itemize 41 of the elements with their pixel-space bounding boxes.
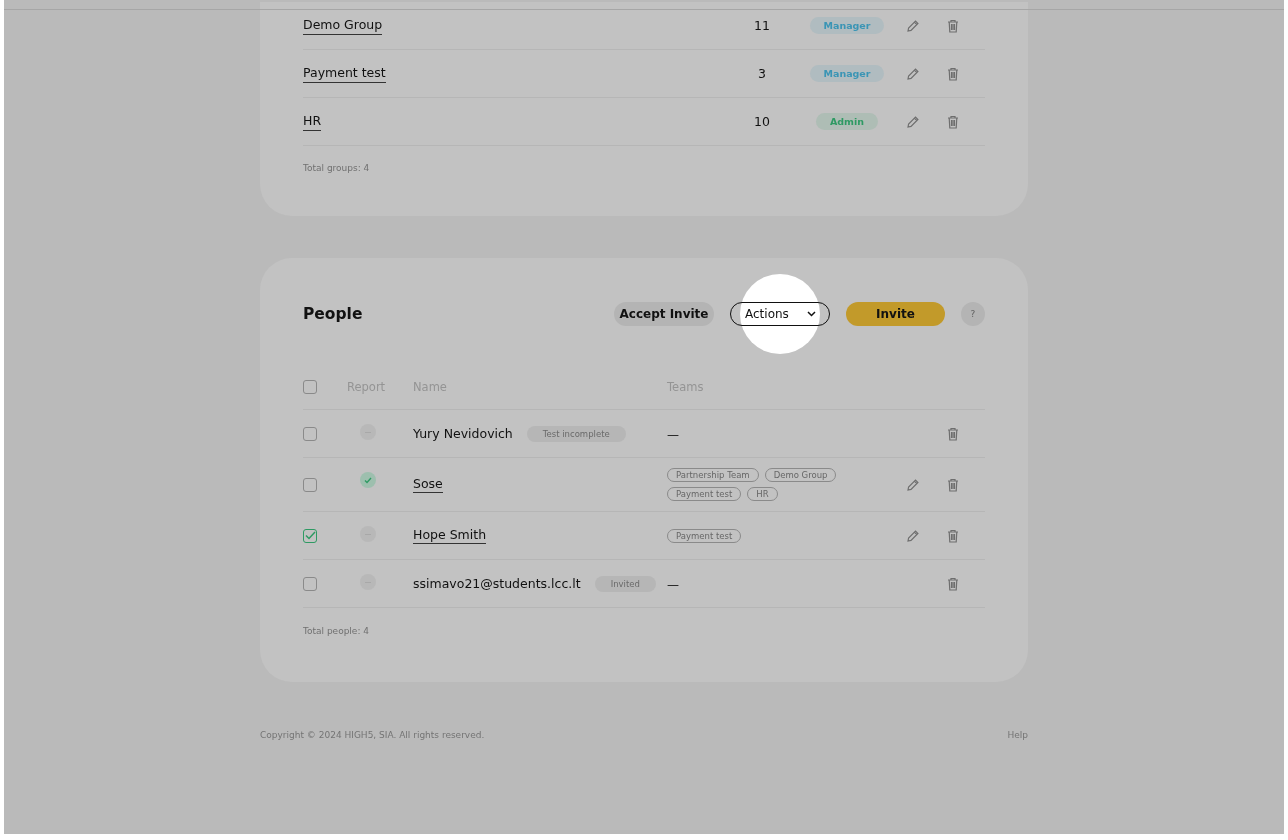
trash-icon[interactable]	[947, 18, 959, 33]
role-tag: Admin	[815, 113, 879, 130]
invite-button[interactable]: Invite	[846, 302, 945, 326]
member-count: 11	[754, 18, 770, 33]
no-teams-dash: —	[667, 578, 679, 592]
trash-icon[interactable]	[947, 576, 959, 591]
trash-icon[interactable]	[947, 114, 959, 129]
checkbox[interactable]	[303, 426, 317, 441]
group-name-link[interactable]: Payment test	[303, 64, 386, 83]
group-name-link[interactable]: Demo Group	[303, 16, 383, 35]
pencil-icon[interactable]	[906, 528, 920, 543]
copyright-text: Copyright © 2024 HIGH5, SIA. All rights reserved.	[260, 730, 485, 740]
trash-icon[interactable]	[947, 426, 959, 441]
trash-icon[interactable]	[947, 528, 959, 543]
no-teams-dash: —	[667, 428, 679, 442]
trash-icon[interactable]	[947, 66, 959, 81]
member-count: 10	[754, 114, 770, 129]
pencil-icon[interactable]	[906, 477, 920, 492]
accept-invite-button[interactable]: Accept Invite	[614, 302, 714, 326]
person-name-link[interactable]: Hope Smith	[413, 527, 487, 544]
person-name: ssimavo21@students.lcc.lt	[413, 576, 581, 591]
person-name-link[interactable]: Sose	[413, 476, 443, 493]
checkbox[interactable]	[303, 477, 317, 492]
member-count: 3	[758, 66, 766, 81]
chevron-down-icon	[807, 311, 816, 317]
pencil-icon[interactable]	[906, 18, 920, 33]
total-people: Total people: 4	[303, 625, 370, 636]
status-tag: Invited	[594, 575, 656, 592]
checkbox[interactable]	[303, 528, 317, 543]
checkbox[interactable]	[303, 576, 317, 591]
pencil-icon[interactable]	[906, 66, 920, 81]
status-tag: Test incomplete	[526, 425, 626, 442]
section-title: People	[303, 305, 364, 323]
role-tag: Manager	[809, 17, 885, 34]
role-tag: Manager	[809, 65, 885, 82]
person-name: Yury Nevidovich	[413, 426, 513, 441]
trash-icon[interactable]	[947, 477, 959, 492]
total-groups: Total groups: 4	[303, 146, 985, 173]
group-name-link[interactable]: HR	[303, 112, 322, 131]
pencil-icon[interactable]	[906, 114, 920, 129]
checkbox[interactable]	[303, 379, 317, 394]
